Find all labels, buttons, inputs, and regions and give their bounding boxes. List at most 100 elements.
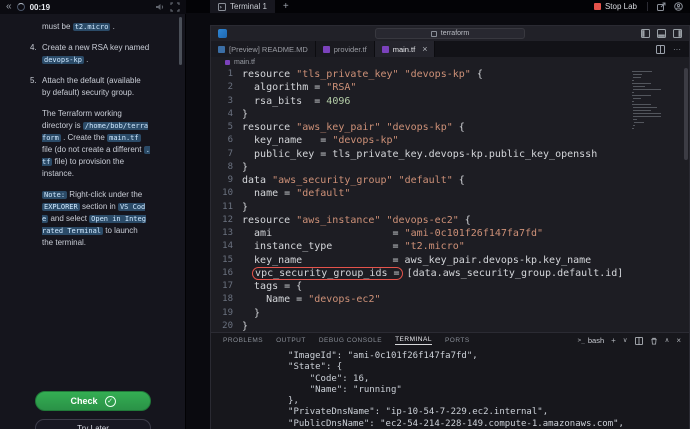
code-line: 12resource "aws_instance" "devops-ec2" { (211, 214, 689, 227)
terminal-1-tab[interactable]: Terminal 1 (210, 0, 275, 13)
line-content: public_key = tls_private_key.devops-kp.p… (233, 148, 597, 161)
bottom-panel: PROBLEMS OUTPUT DEBUG CONSOLE TERMINAL PORTS… (211, 332, 689, 429)
new-terminal-icon[interactable]: + (611, 336, 616, 346)
text-segment: . Create the (61, 133, 107, 142)
instruction-number (30, 21, 42, 33)
line-number: 17 (211, 280, 233, 293)
shell-name: bash (588, 336, 604, 345)
instruction-paragraph: The Terraform working directory is /home… (30, 108, 150, 180)
line-number: 20 (211, 320, 233, 332)
instruction-text: The Terraform working directory is /home… (42, 108, 150, 180)
line-content: Name = "devops-ec2" (233, 293, 380, 306)
line-content: key_name = aws_key_pair.devops-kp.key_na… (233, 254, 591, 267)
line-content: instance_type = "t2.micro" (233, 240, 465, 253)
new-terminal-tab-icon[interactable]: + (283, 1, 289, 12)
workspace-title: terraform (441, 30, 469, 37)
editor-tabs: [Preview] README.MDprovider.tfmain.tf× (211, 41, 435, 57)
line-number: 7 (211, 148, 233, 161)
close-tab-icon[interactable]: × (422, 44, 427, 54)
code-line: 8} (211, 161, 689, 174)
check-button[interactable]: Check ✓ (35, 391, 151, 411)
tab-preview-readme-md[interactable]: [Preview] README.MD (211, 41, 316, 57)
split-terminal-icon[interactable] (635, 337, 643, 345)
panel-tab-problems[interactable]: PROBLEMS (223, 337, 263, 344)
editor-tab-bar: [Preview] README.MDprovider.tfmain.tf× ·… (211, 41, 689, 57)
minimap-line (632, 71, 652, 72)
text-segment: Attach the default (available by default… (42, 76, 141, 97)
collapse-panel-icon[interactable]: « (6, 2, 12, 12)
text-segment: . (84, 55, 88, 64)
code-chip: devops-kp (42, 56, 84, 64)
instruction-text: Attach the default (available by default… (42, 75, 150, 99)
tab-provider-tf[interactable]: provider.tf (316, 41, 375, 57)
line-number: 8 (211, 161, 233, 174)
line-content: name = "default" (233, 187, 350, 200)
line-number: 13 (211, 227, 233, 240)
breadcrumb[interactable]: main.tf (211, 57, 689, 68)
minimap-line (633, 116, 661, 117)
panel-tab-terminal[interactable]: TERMINAL (395, 336, 432, 345)
code-line: 15 key_name = aws_key_pair.devops-kp.key… (211, 254, 689, 267)
minimap-line (633, 119, 637, 120)
file-icon (225, 60, 230, 65)
line-number: 1 (211, 68, 233, 81)
terminal-output[interactable]: "ImageId": "ami-0c101f26f147fa7fd", "Sta… (211, 348, 689, 429)
panel-tab-output[interactable]: OUTPUT (276, 337, 306, 344)
line-content: } (233, 201, 248, 214)
instruction-text: Create a new RSA key named devops-kp . (42, 42, 150, 66)
stop-lab-button[interactable]: Stop Lab (594, 2, 637, 11)
text-segment: must be (42, 22, 73, 31)
minimap-line (632, 80, 634, 81)
open-external-icon[interactable] (657, 2, 666, 11)
more-actions-icon[interactable]: ··· (673, 45, 681, 54)
code-line: 16 vpc_security_group_ids = [data.aws_se… (211, 267, 689, 280)
code-line: 5resource "aws_key_pair" "devops-kp" { (211, 121, 689, 134)
kill-terminal-icon[interactable] (650, 337, 658, 345)
layout-secondary-sidebar-icon[interactable] (673, 29, 682, 38)
close-panel-icon[interactable]: × (676, 336, 681, 346)
try-later-button[interactable]: Try Later (35, 419, 151, 429)
sidebar-scrollbar[interactable] (179, 17, 182, 65)
fullscreen-icon[interactable] (170, 2, 180, 12)
command-center[interactable]: terraform (375, 28, 525, 39)
account-icon[interactable] (674, 2, 683, 11)
volume-icon[interactable] (155, 2, 165, 12)
maximize-panel-icon[interactable]: ∧ (665, 336, 670, 346)
line-number: 19 (211, 307, 233, 320)
line-content: key_name = "devops-kp" (233, 134, 399, 147)
launch-profile-chevron-icon[interactable]: ∨ (623, 336, 628, 346)
tab-main-tf[interactable]: main.tf× (375, 41, 436, 57)
line-number: 2 (211, 81, 233, 94)
timer-ring-icon (17, 3, 25, 11)
split-editor-icon[interactable] (656, 45, 665, 54)
text-segment: Right-click under the (67, 190, 142, 199)
code-line: 4} (211, 108, 689, 121)
panel-tab-debug-console[interactable]: DEBUG CONSOLE (319, 337, 382, 344)
minimap-line (634, 122, 644, 123)
check-button-label: Check (70, 396, 97, 406)
line-content: resource "aws_instance" "devops-ec2" { (233, 214, 471, 227)
panel-tab-ports[interactable]: PORTS (445, 337, 470, 344)
shell-selector[interactable]: >_ bash (578, 336, 605, 345)
line-number: 12 (211, 214, 233, 227)
instruction-text: Note: Right-click under the EXPLORER sec… (42, 189, 150, 249)
minimap[interactable] (632, 71, 662, 131)
line-number: 14 (211, 240, 233, 253)
editor-scrollbar[interactable] (684, 68, 688, 160)
instruction-number: 4. (30, 42, 42, 66)
stop-lab-label: Stop Lab (605, 2, 637, 11)
layout-panel-icon[interactable] (657, 29, 666, 38)
line-number: 6 (211, 134, 233, 147)
markdown-preview-icon (218, 46, 225, 53)
line-content: resource "aws_key_pair" "devops-kp" { (233, 121, 465, 134)
code-editor[interactable]: 1resource "tls_private_key" "devops-kp" … (211, 68, 689, 332)
line-content: ami = "ami-0c101f26f147fa7fd" (233, 227, 543, 240)
code-line: 1resource "tls_private_key" "devops-kp" … (211, 68, 689, 81)
instruction-text: must be t2.micro . (42, 21, 150, 33)
minimap-line (632, 83, 651, 84)
terraform-icon (382, 46, 389, 53)
line-content: tags = { (233, 280, 302, 293)
code-line: 17 tags = { (211, 280, 689, 293)
layout-sidebar-icon[interactable] (641, 29, 650, 38)
stop-square-icon (594, 3, 601, 10)
